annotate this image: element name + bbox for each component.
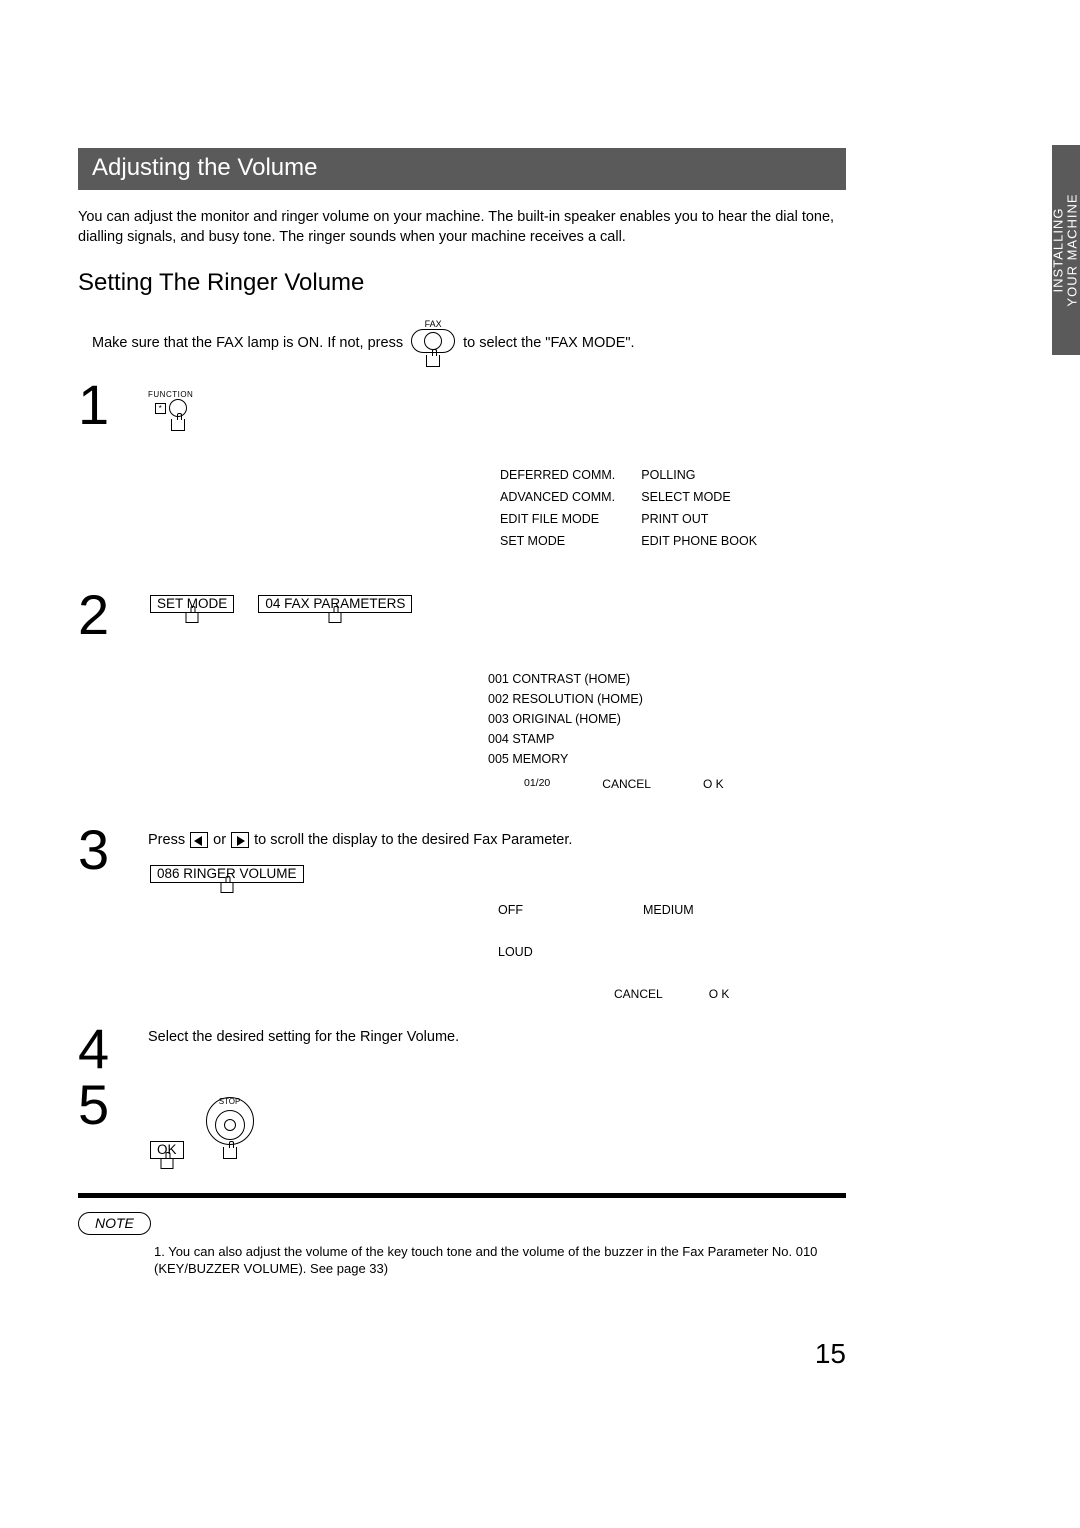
menu-cell: PRINT OUT: [641, 509, 781, 529]
vol-off: OFF: [498, 903, 523, 917]
intro-text: You can adjust the monitor and ringer vo…: [78, 208, 846, 247]
step-5-number: 5: [78, 1077, 148, 1133]
step-1: 1 FUNCTION *: [78, 377, 846, 433]
fax-label: FAX: [425, 319, 442, 329]
param-item: 005 MEMORY: [488, 749, 846, 769]
press-hand-icon: [223, 1147, 237, 1159]
press-hand-icon: [426, 355, 440, 367]
menu-display: DEFERRED COMM.POLLING ADVANCED COMM.SELE…: [498, 463, 846, 553]
note-label: NOTE: [78, 1212, 151, 1235]
fax-button-icon: FAX: [411, 319, 455, 367]
vol-medium: MEDIUM: [643, 903, 694, 917]
cancel-label: CANCEL: [602, 775, 651, 794]
subheading: Setting The Ringer Volume: [78, 269, 846, 297]
modeline-pre: Make sure that the FAX lamp is ON. If no…: [92, 335, 403, 351]
step-3: 3 Press or to scroll the display to the …: [78, 822, 846, 882]
function-label: FUNCTION: [148, 390, 193, 399]
set-mode-key: SET MODE: [150, 595, 234, 613]
section-tab: INSTALLING YOUR MACHINE: [1052, 145, 1080, 355]
menu-cell: EDIT PHONE BOOK: [641, 531, 781, 551]
step3-pre: Press: [148, 832, 189, 848]
menu-cell: EDIT FILE MODE: [500, 509, 639, 529]
ok-label: O K: [709, 987, 730, 1001]
menu-cell: ADVANCED COMM.: [500, 487, 639, 507]
arrow-right-icon: [231, 832, 249, 848]
stop-label: STOP: [219, 1097, 241, 1106]
menu-cell: SET MODE: [500, 531, 639, 551]
vol-loud: LOUD: [498, 945, 533, 959]
tab-line2: YOUR MACHINE: [1065, 193, 1080, 306]
step-2-number: 2: [78, 587, 148, 643]
asterisk-key-icon: *: [155, 403, 166, 414]
divider: [78, 1193, 846, 1198]
volume-options-display: OFF MEDIUM LOUD CANCEL O K: [498, 903, 846, 1001]
section-title: Adjusting the Volume: [78, 148, 846, 190]
press-hand-icon: [220, 882, 233, 893]
param-item: 002 RESOLUTION (HOME): [488, 689, 846, 709]
menu-cell: DEFERRED COMM.: [500, 465, 639, 485]
note-text: 1. You can also adjust the volume of the…: [154, 1243, 846, 1278]
ok-label: O K: [703, 775, 724, 794]
step-1-number: 1: [78, 377, 148, 433]
step3-post: to scroll the display to the desired Fax…: [254, 832, 572, 848]
press-hand-icon: [186, 612, 199, 623]
menu-cell: POLLING: [641, 465, 781, 485]
ok-key: OK: [150, 1141, 184, 1159]
function-key-icon: FUNCTION *: [148, 390, 193, 431]
page-content: Adjusting the Volume You can adjust the …: [78, 148, 846, 1278]
menu-cell: SELECT MODE: [641, 487, 781, 507]
step-4-number: 4: [78, 1021, 148, 1077]
page-number: 15: [815, 1338, 846, 1370]
fax-parameters-key: 04 FAX PARAMETERS: [258, 595, 412, 613]
step4-text: Select the desired setting for the Ringe…: [148, 1029, 459, 1045]
press-hand-icon: [329, 612, 342, 623]
step-5: 5 OK STOP: [78, 1077, 846, 1159]
mode-instruction: Make sure that the FAX lamp is ON. If no…: [92, 319, 846, 367]
step-2: 2 SET MODE 04 FAX PARAMETERS: [78, 587, 846, 643]
parameter-display: 001 CONTRAST (HOME) 002 RESOLUTION (HOME…: [488, 669, 846, 794]
ringer-volume-key: 086 RINGER VOLUME: [150, 865, 304, 883]
step3-mid: or: [213, 832, 230, 848]
stop-button-icon: STOP: [206, 1097, 254, 1159]
press-hand-icon: [171, 419, 185, 431]
param-item: 004 STAMP: [488, 729, 846, 749]
page-indicator: 01/20: [524, 775, 550, 794]
param-item: 001 CONTRAST (HOME): [488, 669, 846, 689]
step-3-number: 3: [78, 822, 148, 878]
modeline-post: to select the "FAX MODE".: [463, 335, 634, 351]
arrow-left-icon: [190, 832, 208, 848]
step-4: 4 Select the desired setting for the Rin…: [78, 1021, 846, 1077]
press-hand-icon: [160, 1158, 173, 1169]
param-item: 003 ORIGINAL (HOME): [488, 709, 846, 729]
cancel-label: CANCEL: [614, 987, 663, 1001]
